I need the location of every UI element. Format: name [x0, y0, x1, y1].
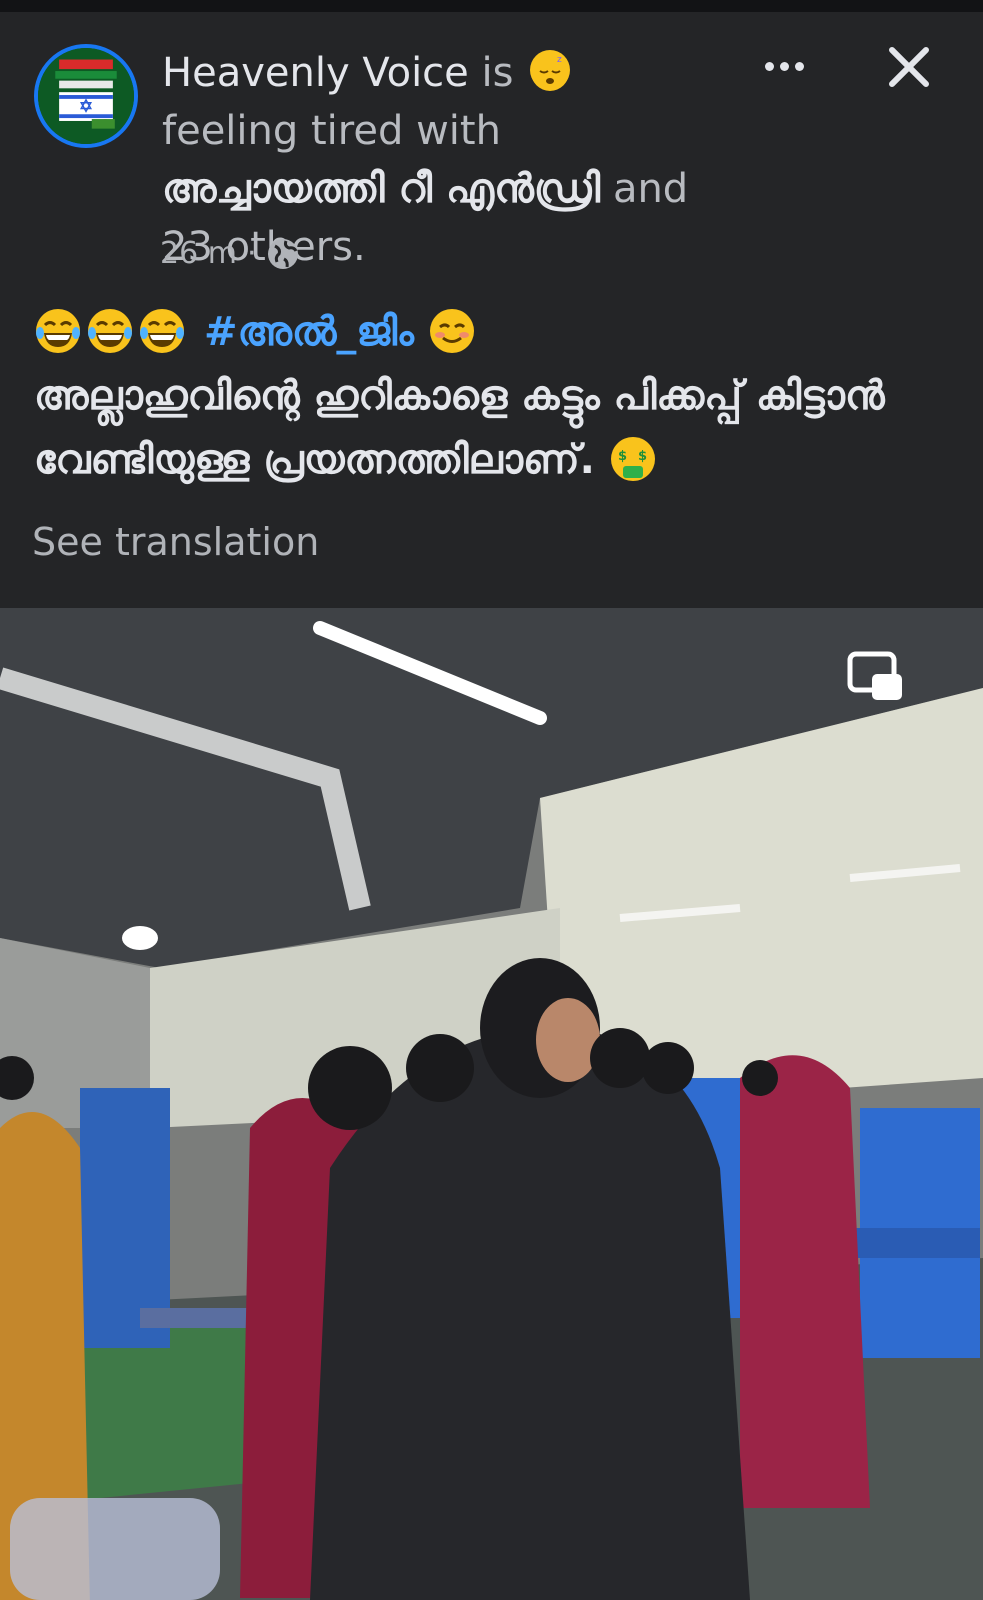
meta-separator: ·: [246, 236, 257, 271]
status-strip: [0, 0, 983, 12]
money-mouth-face-icon: $ $: [610, 437, 655, 481]
more-options-button[interactable]: [760, 52, 808, 80]
more-dot: [794, 61, 804, 71]
globe-icon: [266, 237, 300, 271]
hashtag-link[interactable]: #അൽ_ജിം: [204, 309, 414, 355]
blushing-face-icon: [429, 309, 474, 353]
video-player[interactable]: [0, 608, 983, 1600]
more-dot: [779, 61, 789, 71]
profile-avatar[interactable]: [34, 44, 138, 148]
post-body-text: അല്ലാഹുവിന്റെ ഹുറികാളെ കട്ടും പിക്കപ്പ് …: [34, 373, 885, 483]
feeling-state: tired: [311, 108, 404, 154]
close-icon: [889, 47, 929, 87]
pip-button[interactable]: [846, 648, 904, 706]
sleepy-face-icon: z: [530, 50, 571, 91]
laughing-face-icon: [88, 309, 132, 353]
see-translation-link[interactable]: See translation: [32, 520, 319, 564]
author-name[interactable]: Heavenly Voice: [162, 50, 469, 96]
post-time[interactable]: 26 m: [160, 236, 237, 271]
tagged-friend[interactable]: അച്ചായത്തി റീ എൻഡ്രി: [162, 166, 600, 212]
feeling-text: feeling: [162, 108, 299, 154]
post-body-line: അല്ലാഹുവിന്റെ ഹുറികാളെ കട്ടും പിക്കപ്പ് …: [34, 364, 934, 492]
svg-text:$: $: [638, 449, 647, 464]
close-button[interactable]: [884, 42, 934, 92]
laughing-face-icon: [36, 309, 80, 353]
post-body: #അൽ_ജിം അല്ലാഹുവിന്റെ ഹുറികാളെ കട്ടും പി…: [34, 300, 934, 492]
with-text: with: [416, 108, 501, 154]
video-frame: [0, 608, 983, 1600]
is-text: is: [481, 50, 514, 96]
more-dots-icon: [764, 61, 774, 71]
laughing-face-icon: [140, 309, 184, 353]
avatar-image: [38, 48, 134, 144]
svg-text:$: $: [618, 449, 627, 464]
post-meta: 26 m ·: [160, 236, 300, 271]
picture-in-picture-icon: [847, 651, 902, 700]
hashtag-line: #അൽ_ജിം: [34, 300, 934, 364]
svg-text:z: z: [557, 55, 562, 65]
